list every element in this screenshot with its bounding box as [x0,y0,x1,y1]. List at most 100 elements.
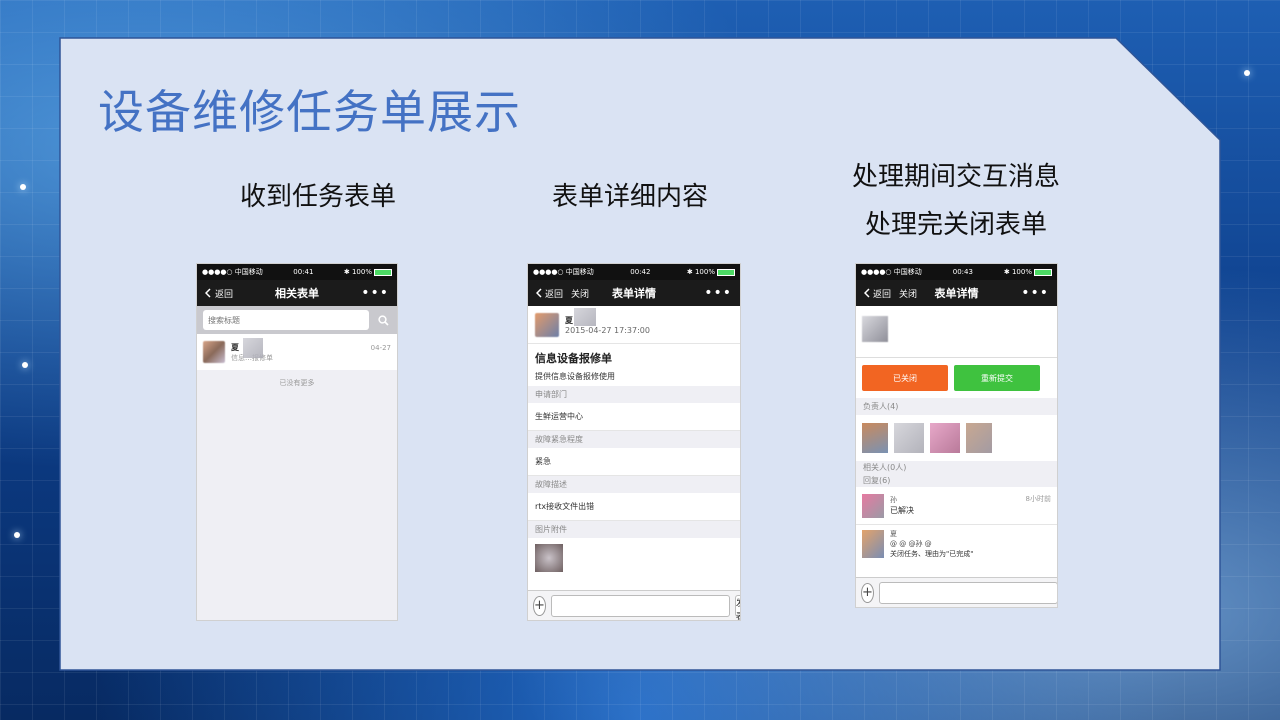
reply-text: 已解决 [890,506,914,515]
glow-dot [1244,70,1250,76]
reply-item: 夏 @ @ @孙 @ 关闭任务、理由为"已完成" [856,525,1057,563]
nav-bar: 返回 相关表单 ••• [197,280,397,306]
form-description: 提供信息设备报修使用 [535,372,615,381]
resubmit-button[interactable]: 重新提交 [954,365,1040,391]
search-icon[interactable] [375,312,391,328]
send-button[interactable]: 发 表 [734,594,740,620]
reply-author: 夏 [890,530,897,538]
reply-input[interactable] [878,581,1057,604]
reply-text-group: 孙 已解决 [890,495,914,516]
status-bar: ●●●●○ 中国移动 00:41 ✱ 100% [197,264,397,280]
reply-bar: + 发 表 [856,577,1057,607]
back-button[interactable]: 返回 [864,287,891,300]
section-value-fault: rtx接收文件出错 [528,493,740,521]
avatar[interactable] [894,423,924,453]
avatar [535,312,559,337]
author-row [856,306,1057,358]
attachment-thumbnail[interactable] [535,544,563,572]
back-button[interactable]: 返回 [205,287,233,300]
closed-button[interactable]: 已关闭 [862,365,948,391]
owners-avatars [856,415,1057,461]
status-time: 00:42 [630,268,651,276]
chevron-left-icon [864,288,870,298]
nav-bar: 返回 关闭 表单详情 ••• [528,280,740,306]
privacy-blur [574,308,596,326]
battery-indicator: ✱ 100% [1004,268,1052,276]
search-bar [197,306,397,334]
reply-bar: + 发 表 [528,590,740,620]
chevron-left-icon [205,288,211,298]
caption-close: 处理完关闭表单 [864,210,1047,240]
avatar [862,316,888,342]
reply-input[interactable] [550,594,730,617]
action-buttons: 已关闭 重新提交 [856,358,1057,398]
phone-screenshot-interaction: ●●●●○ 中国移动 00:43 ✱ 100% 返回 关闭 表单详情 ••• 已… [855,263,1058,608]
related-header: 相关人(0人) [856,461,1057,474]
reply-text-group: 夏 @ @ @孙 @ 关闭任务、理由为"已完成" [890,529,973,559]
status-time: 00:41 [293,268,314,276]
back-button[interactable]: 返回 [536,287,563,300]
search-input[interactable] [203,310,369,330]
reply-author: 孙 [890,496,897,504]
no-more-label: 已没有更多 [279,379,315,387]
glow-dot [14,532,20,538]
page-title: 设备维修任务单展示 [98,85,521,139]
form-header: 信息设备报修单 提供信息设备报修使用 [528,344,740,386]
caption-interact: 处理期间交互消息 [851,162,1060,192]
section-header-attachment: 图片附件 [528,521,740,538]
section-value-urgency: 紧急 [528,448,740,476]
status-time: 00:43 [952,268,973,276]
back-label: 返回 [545,289,564,300]
reply-item: 孙 已解决 8小时前 [856,487,1057,525]
avatar [203,341,225,363]
form-title: 信息设备报修单 [535,352,612,365]
battery-icon [717,268,735,276]
author-row: 夏 2015-04-27 17:37:00 [528,306,740,344]
caption-receive: 收到任务表单 [239,182,396,212]
glow-dot [22,362,28,368]
reply-mentions: @ @ @孙 @ [890,540,932,548]
battery-icon [1034,268,1052,276]
status-bar: ●●●●○ 中国移动 00:42 ✱ 100% [528,264,740,280]
replies-header: 回复(6) [856,474,1057,487]
timestamp: 2015-04-27 17:37:00 [565,325,650,335]
section-header-department: 申请部门 [528,386,740,403]
more-icon[interactable]: ••• [361,285,389,301]
list-item[interactable]: 夏 信息…报修单 04-27 [197,334,397,370]
nav-bar: 返回 关闭 表单详情 ••• [856,280,1057,306]
section-header-fault: 故障描述 [528,476,740,493]
nav-left-group: 返回 关闭 [864,287,917,300]
glow-dot [20,184,26,190]
plus-icon[interactable]: + [533,595,546,616]
plus-icon[interactable]: + [861,582,874,603]
close-button[interactable]: 关闭 [899,287,917,300]
section-value-department: 生鲜运营中心 [528,403,740,431]
avatar[interactable] [862,423,888,453]
phone-screenshot-form-detail: ●●●●○ 中国移动 00:42 ✱ 100% 返回 关闭 表单详情 ••• 夏… [527,263,741,621]
close-button[interactable]: 关闭 [571,287,589,300]
phone-screenshot-related-forms: ●●●●○ 中国移动 00:41 ✱ 100% 返回 相关表单 ••• 夏 信息… [196,263,398,621]
status-bar: ●●●●○ 中国移动 00:43 ✱ 100% [856,264,1057,280]
more-icon[interactable]: ••• [704,285,732,301]
reply-text: 关闭任务、理由为"已完成" [890,550,974,558]
section-header-urgency: 故障紧急程度 [528,431,740,448]
back-label: 返回 [215,289,234,300]
carrier-label: ●●●●○ 中国移动 [861,268,922,276]
nav-left-group: 返回 关闭 [536,287,589,300]
carrier-label: ●●●●○ 中国移动 [533,268,594,276]
avatar[interactable] [930,423,960,453]
reply-time: 8小时前 [1025,495,1051,503]
battery-indicator: ✱ 100% [344,268,392,276]
item-date: 04-27 [370,344,391,352]
back-label: 返回 [873,289,892,300]
battery-icon [374,268,392,276]
owners-header: 负责人(4) [856,398,1057,415]
avatar[interactable] [966,423,992,453]
avatar [862,493,884,518]
more-icon[interactable]: ••• [1021,285,1049,301]
avatar [862,530,884,558]
privacy-blur [243,338,263,358]
battery-indicator: ✱ 100% [687,268,735,276]
attachment-area [528,538,740,578]
caption-detail: 表单详细内容 [551,182,708,212]
